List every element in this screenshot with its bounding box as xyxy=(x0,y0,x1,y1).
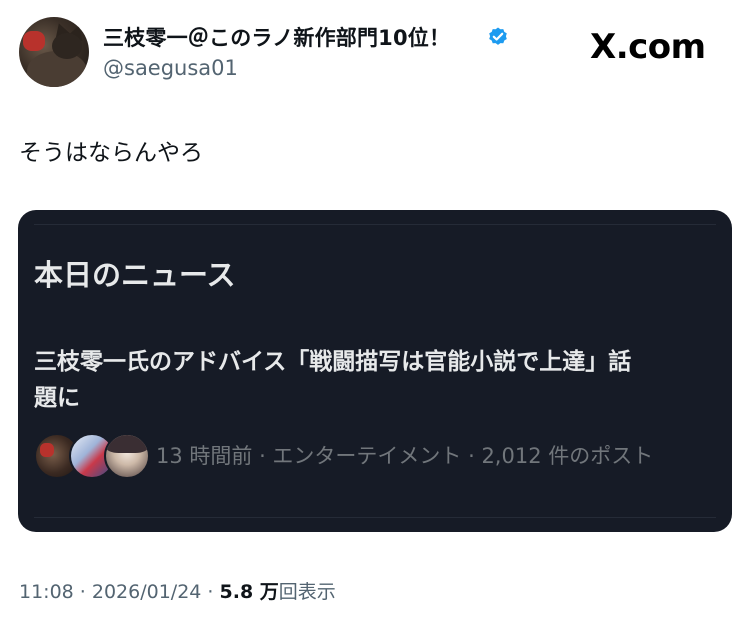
news-card[interactable]: 本日のニュース 三枝零一氏のアドバイス「戦闘描写は官能小説で上達」話題に 13 … xyxy=(18,210,732,532)
card-divider xyxy=(34,224,716,225)
participant-avatar xyxy=(104,433,150,479)
news-meta-row: 13 時間前 · エンターテイメント · 2,012 件のポスト xyxy=(34,431,653,479)
views-count: 5.8 万 xyxy=(219,581,279,603)
author-display-name[interactable]: 三枝零一＠このラノ新作部門10位！ xyxy=(103,22,450,52)
card-divider xyxy=(34,517,716,518)
tweet-timestamp[interactable]: 11:08 · 2026/01/24 · xyxy=(19,581,220,603)
author-avatar[interactable] xyxy=(19,17,89,87)
x-com-logo: X.com xyxy=(590,27,706,67)
verified-badge-icon xyxy=(489,27,507,45)
avatar-stack xyxy=(34,431,150,479)
news-headline[interactable]: 三枝零一氏のアドバイス「戦闘描写は官能小説で上達」話題に xyxy=(34,344,654,416)
avatar-cat-face xyxy=(52,33,82,59)
news-meta-text: 13 時間前 · エンターテイメント · 2,012 件のポスト xyxy=(156,444,654,468)
views-label: 回表示 xyxy=(278,581,336,603)
news-card-title: 本日のニュース xyxy=(34,258,236,292)
avatar-red-patch xyxy=(23,31,45,51)
tweet-footer: 11:08 · 2026/01/24 · 5.8 万回表示 xyxy=(19,577,336,604)
author-handle[interactable]: @saegusa01 xyxy=(103,56,238,80)
tweet-text: そうはならんやろ xyxy=(19,140,203,166)
